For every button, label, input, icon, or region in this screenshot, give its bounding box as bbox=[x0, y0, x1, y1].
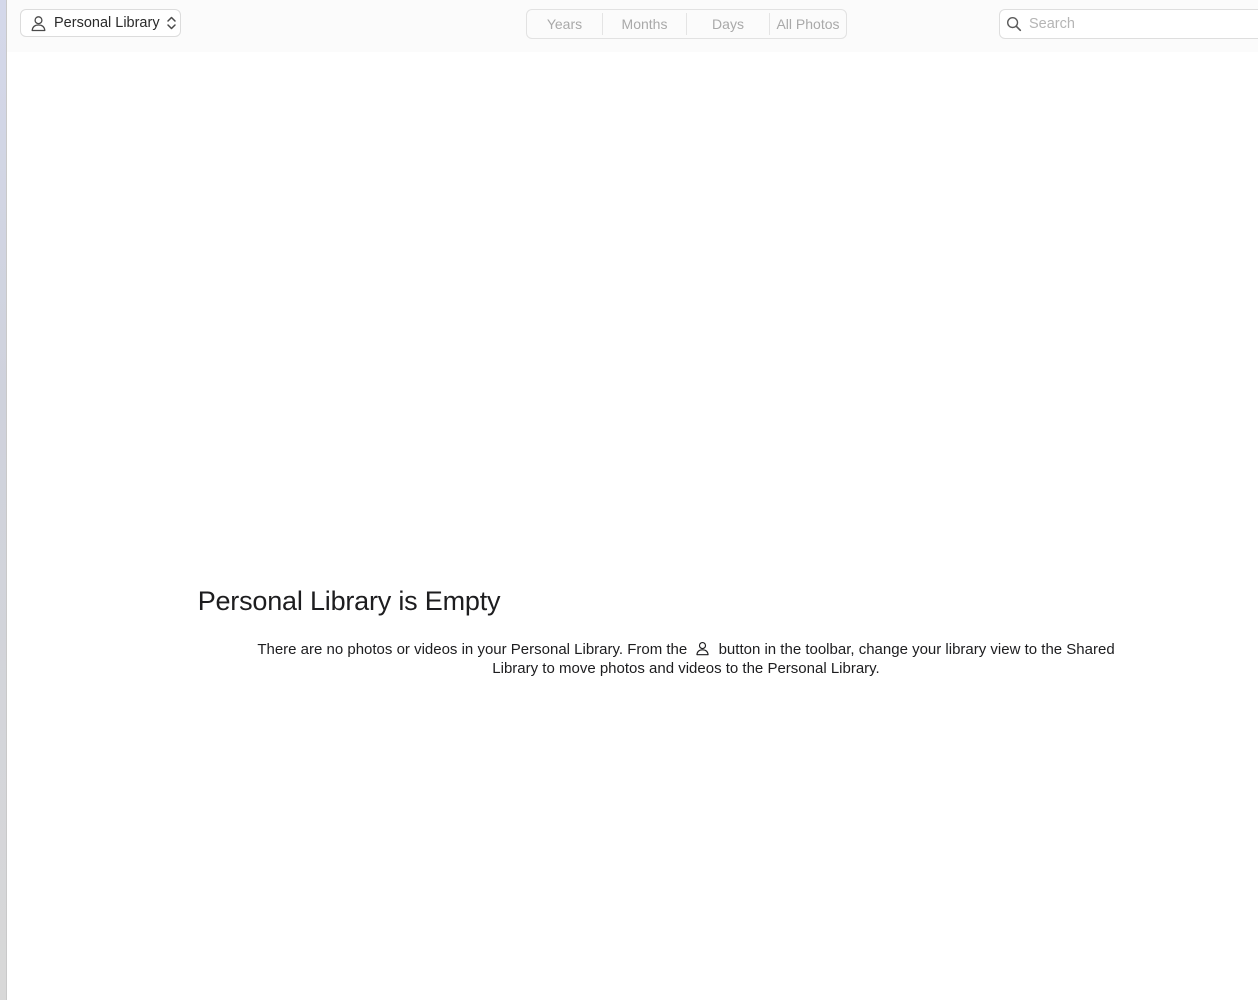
empty-state-title: Personal Library is Empty bbox=[197, 586, 501, 616]
search-input[interactable] bbox=[1029, 16, 1249, 32]
empty-state-message: There are no photos or videos in your Pe… bbox=[236, 641, 1136, 678]
view-segmented-control: Years Months Days All Photos bbox=[526, 9, 847, 39]
window-left-edge bbox=[0, 0, 7, 1000]
toolbar: Personal Library Years Months Days All P… bbox=[7, 0, 1258, 52]
chevron-updown-icon bbox=[166, 15, 177, 31]
search-icon bbox=[1006, 16, 1022, 32]
library-picker-button[interactable]: Personal Library bbox=[20, 9, 181, 37]
library-picker-label: Personal Library bbox=[54, 15, 160, 31]
tab-years[interactable]: Years bbox=[527, 13, 603, 35]
person-icon bbox=[695, 641, 710, 656]
tab-all-photos[interactable]: All Photos bbox=[770, 13, 846, 35]
search-field[interactable] bbox=[999, 9, 1258, 39]
tab-months[interactable]: Months bbox=[603, 13, 687, 35]
empty-state-message-part1: There are no photos or videos in your Pe… bbox=[257, 641, 688, 658]
tab-days[interactable]: Days bbox=[687, 13, 770, 35]
person-icon bbox=[30, 15, 47, 32]
